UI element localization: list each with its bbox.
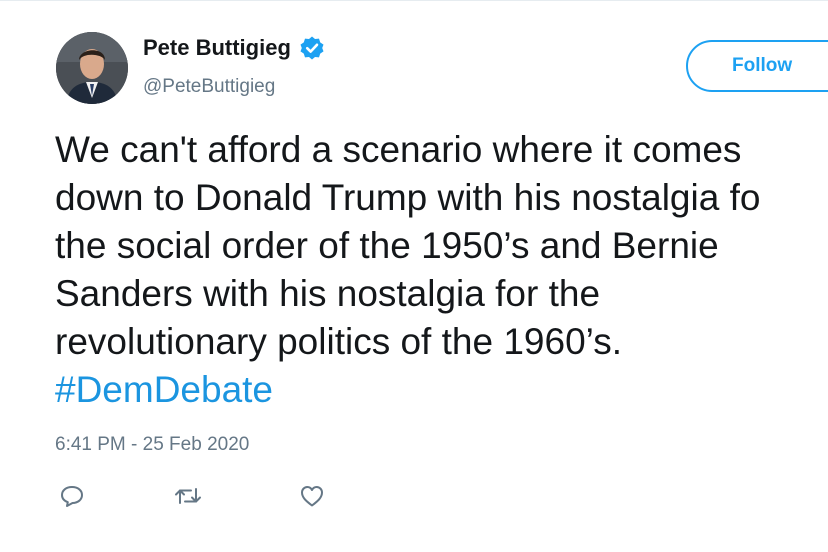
hashtag-link[interactable]: #DemDebate: [55, 366, 828, 414]
top-divider: [0, 0, 828, 1]
tweet-text: We can't afford a scenario where it come…: [55, 126, 828, 414]
verified-badge-icon: [299, 35, 325, 61]
retweet-icon: [175, 488, 201, 504]
author-name-row: Pete Buttigieg: [143, 35, 325, 61]
display-name[interactable]: Pete Buttigieg: [143, 35, 291, 61]
retweet-button[interactable]: [172, 480, 204, 512]
like-button[interactable]: [296, 480, 328, 512]
avatar-photo: [56, 32, 128, 104]
avatar[interactable]: [56, 32, 128, 104]
tweet-text-line: down to Donald Trump with his nostalgia …: [55, 177, 761, 218]
tweet-text-line: the social order of the 1950’s and Berni…: [55, 225, 719, 266]
tweet-timestamp[interactable]: 6:41 PM - 25 Feb 2020: [55, 434, 249, 456]
reply-button[interactable]: [56, 480, 88, 512]
user-handle[interactable]: @PeteButtigieg: [143, 76, 275, 98]
follow-button[interactable]: Follow: [686, 40, 828, 92]
tweet-text-line: Sanders with his nostalgia for the: [55, 273, 601, 314]
like-icon: [301, 486, 323, 507]
tweet-text-line: revolutionary politics of the 1960’s.: [55, 321, 622, 362]
tweet-text-line: We can't afford a scenario where it come…: [55, 129, 742, 170]
reply-icon: [61, 486, 83, 507]
